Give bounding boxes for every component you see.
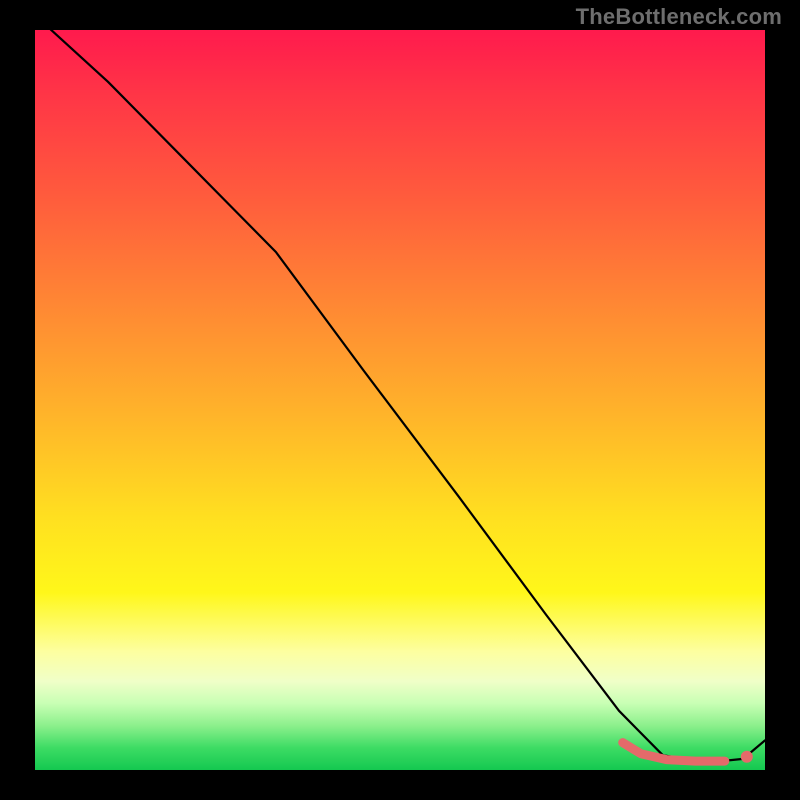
plot-area [35,30,765,770]
chart-frame: TheBottleneck.com [0,0,800,800]
watermark-text: TheBottleneck.com [576,4,782,30]
optimal-region-track [623,743,725,762]
plot-svg [35,30,765,770]
optimal-region-dot [741,751,753,763]
bottleneck-curve [35,15,765,762]
